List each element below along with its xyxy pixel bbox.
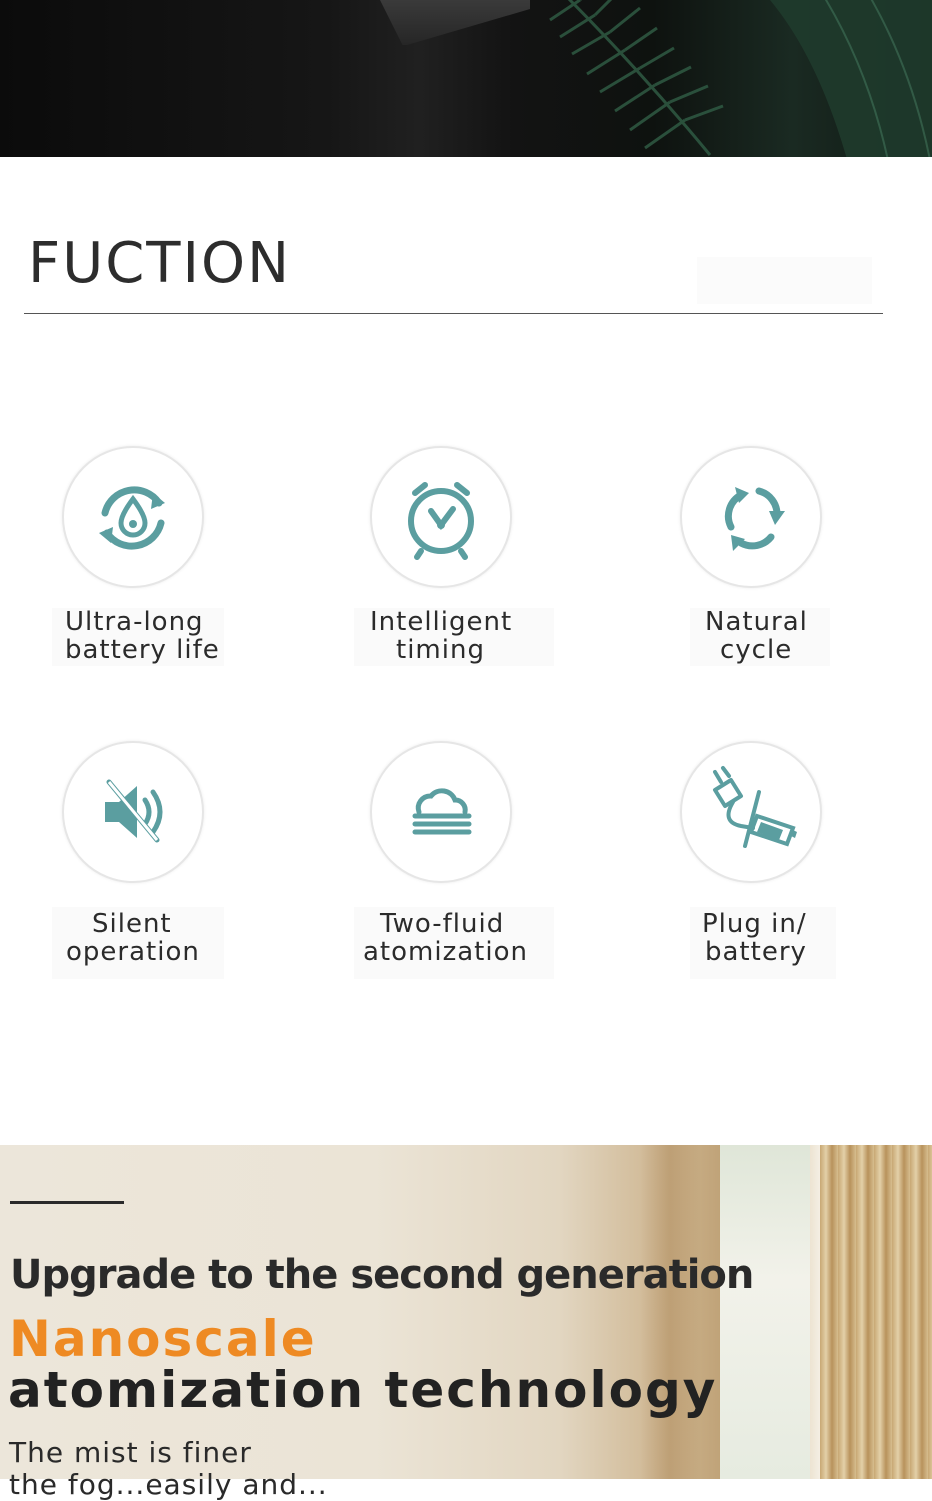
section-divider (24, 313, 883, 314)
feature-label-line2: battery (705, 937, 807, 967)
feature-intelligent-timing: Intelligent timing (330, 440, 630, 680)
promo-divider (10, 1201, 124, 1204)
promo-description-cut: the fog...easily and... (9, 1468, 328, 1501)
feature-icon-circle (680, 741, 822, 883)
recycle-arrows-icon (724, 487, 785, 551)
feature-label-line1: Ultra-long (65, 607, 204, 637)
feature-label-line1: Two-fluid (380, 909, 505, 939)
promo-accent-title: Nanoscale (9, 1310, 317, 1368)
cloud-mist-icon (412, 788, 472, 835)
title-placeholder-box (697, 257, 872, 304)
section-title: FUCTION (28, 231, 291, 296)
feature-natural-cycle: Natural cycle (630, 440, 930, 680)
feature-label-line1: Natural (705, 607, 808, 637)
feature-icon-circle (370, 446, 512, 588)
promo-description: The mist is finer (9, 1436, 252, 1469)
window-light (720, 1145, 810, 1479)
palm-leaf-decoration (549, 0, 932, 157)
feature-silent-operation: Silent operation (20, 735, 320, 979)
feature-label-line2: timing (396, 635, 485, 665)
feature-label-line2: operation (66, 937, 200, 967)
feature-label-line2: atomization (363, 937, 528, 967)
top-banner-image (0, 0, 932, 157)
feature-icon-circle (680, 446, 822, 588)
feature-plug-in-battery: Plug in/ battery (630, 735, 930, 979)
feature-icon-circle (62, 446, 204, 588)
feature-label-line1: Plug in/ (702, 909, 807, 939)
curtain-fabric (820, 1145, 932, 1479)
promo-heading: Upgrade to the second generation (10, 1252, 754, 1298)
banner-device-shape (380, 0, 530, 45)
feature-label-line2: cycle (720, 635, 793, 665)
feature-label-line1: Silent (92, 909, 172, 939)
plug-battery-icon (713, 766, 797, 848)
water-drop-cycle-icon (99, 486, 165, 550)
promo-subtitle: atomization technology (8, 1361, 718, 1419)
feature-icon-circle (62, 741, 204, 883)
feature-label-line2: battery life (65, 635, 220, 665)
speaker-mute-icon (105, 779, 163, 843)
feature-ultra-long-battery: Ultra-long battery life (20, 440, 320, 680)
alarm-clock-icon (408, 482, 474, 560)
feature-icon-circle (370, 741, 512, 883)
feature-label-line1: Intelligent (370, 607, 513, 637)
feature-two-fluid-atomization: Two-fluid atomization (330, 735, 630, 979)
